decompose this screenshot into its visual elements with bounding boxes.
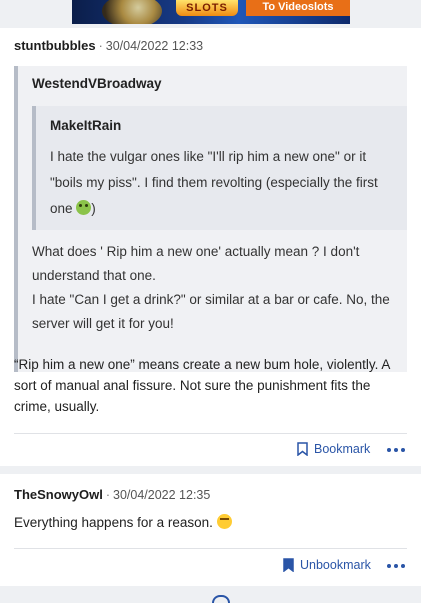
nested-quote-author[interactable]: MakeItRain [50,118,121,133]
quote-line-2: I hate "Can I get a drink?" or similar a… [32,292,390,331]
meta-separator: · [105,488,111,502]
ad-banner[interactable]: SLOTS To Videoslots [72,0,350,24]
meta-separator: · [98,39,103,53]
post-timestamp: 30/04/2022 12:35 [113,488,211,502]
ad-slots-logo: SLOTS [176,0,238,16]
bookmark-label: Bookmark [314,442,371,456]
unbookmark-label: Unbookmark [300,558,371,572]
post-divider [14,548,407,549]
post-body: “Rip him a new one” means create a new b… [14,357,390,414]
post-author[interactable]: TheSnowyOwl [14,487,103,502]
more-dots-icon[interactable] [387,564,405,568]
quote-text: What does ' Rip him a new one' actually … [32,240,402,336]
ad-cta-button[interactable]: To Videoslots [246,0,350,16]
ad-planet-image [102,0,162,24]
bookmark-outline-icon [297,442,308,456]
quote-author[interactable]: WestendVBroadway [32,76,162,91]
nested-quote-end: ) [91,201,96,216]
bookmark-button[interactable]: Bookmark [297,442,370,456]
nested-quote-body: I hate the vulgar ones like "I'll rip hi… [50,149,378,216]
more-dots-icon[interactable] [387,448,405,452]
bookmark-filled-icon [283,558,294,572]
post-meta: stuntbubbles · 30/04/2022 12:33 [14,38,203,53]
nested-quote-text: I hate the vulgar ones like "I'll rip hi… [50,144,390,222]
post-author[interactable]: stuntbubbles [14,38,96,53]
unbookmark-button[interactable]: Unbookmark [283,558,371,572]
post-body-text: Everything happens for a reason. [14,515,213,530]
post-card: TheSnowyOwl · 30/04/2022 12:35 Everything … [0,474,421,586]
eye-roll-icon [216,514,232,529]
post-timestamp: 30/04/2022 12:33 [105,39,204,53]
post-card: stuntbubbles · 30/04/2022 12:33 WestendVBr… [0,28,421,466]
partial-icon [212,595,230,603]
quote-line-1: What does ' Rip him a new one' actually … [32,244,360,283]
bottom-strip [0,586,421,603]
ad-strip: SLOTS To Videoslots [0,0,421,28]
post-divider [14,433,407,434]
quote-block: WestendVBroadway MakeItRain I hate the v… [14,66,407,372]
post-body: Everything happens for a reason. [14,514,232,530]
post-meta: TheSnowyOwl · 30/04/2022 12:35 [14,487,210,502]
nested-quote-block: MakeItRain I hate the vulgar ones like "… [32,106,407,230]
nauseated-face-icon [76,200,92,215]
